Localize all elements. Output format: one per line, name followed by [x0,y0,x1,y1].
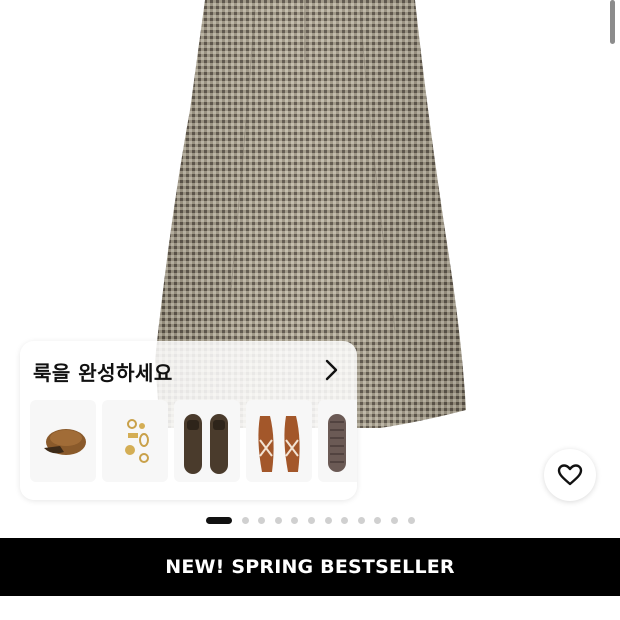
pagination-dot[interactable] [374,517,382,524]
pagination-dot[interactable] [274,517,282,524]
pagination-dot[interactable] [324,517,332,524]
pagination-dot[interactable] [407,517,415,524]
look-item-flats[interactable] [318,400,357,482]
spring-bestseller-banner[interactable]: NEW! SPRING BESTSELLER [0,538,620,596]
product-image-carousel[interactable]: 룩을 완성하세요 [0,0,620,538]
flat-icon [328,414,346,472]
cap-icon [44,429,86,455]
carousel-pagination[interactable] [206,517,426,524]
pagination-dot-active[interactable] [206,517,232,524]
jewelry-icon [125,419,149,463]
sandal-icon [258,416,300,472]
pagination-dot[interactable] [308,517,315,524]
pagination-dot[interactable] [341,517,349,524]
pagination-dot[interactable] [357,517,365,524]
look-items-list [30,400,357,482]
banner-label: NEW! SPRING BESTSELLER [165,556,455,578]
heart-icon [557,464,583,486]
complete-the-look-title: 룩을 완성하세요 [33,361,173,385]
loafer-icon [184,414,228,474]
pagination-dot[interactable] [258,517,266,524]
pagination-dot[interactable] [241,517,249,524]
look-item-jewelry[interactable] [102,400,168,482]
chevron-right-icon[interactable] [321,359,341,381]
pagination-dot[interactable] [391,517,398,524]
complete-the-look-card[interactable]: 룩을 완성하세요 [20,341,357,500]
look-item-cap[interactable] [30,400,96,482]
scrollbar[interactable] [610,0,615,44]
favorite-button[interactable] [544,449,596,501]
pagination-dot[interactable] [291,517,299,524]
look-item-loafers[interactable] [174,400,240,482]
look-item-sandals[interactable] [246,400,312,482]
